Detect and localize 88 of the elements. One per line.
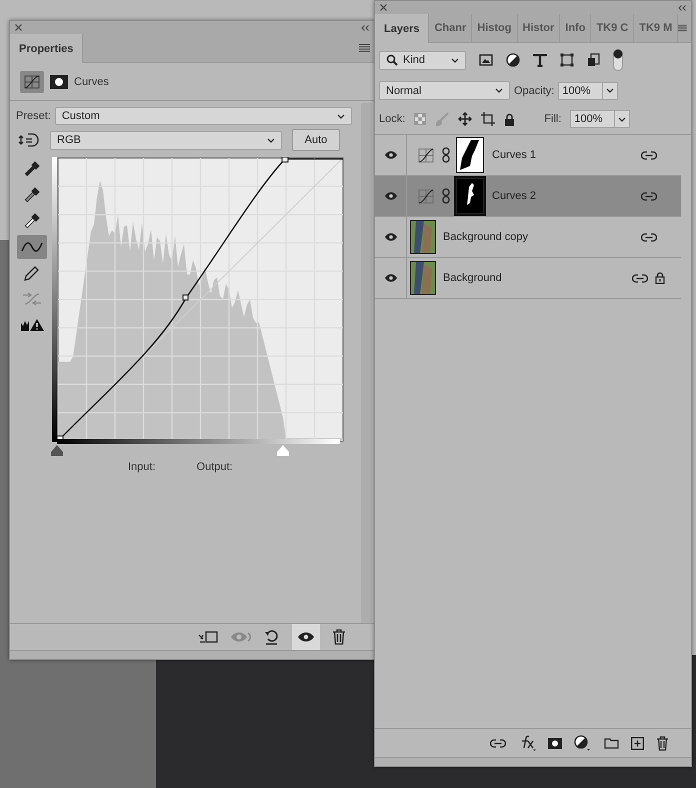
fill-label: Fill: (544, 113, 562, 125)
link-icon[interactable] (641, 150, 657, 160)
folder-icon[interactable] (604, 737, 619, 749)
crop-icon[interactable] (481, 112, 496, 126)
move-icon[interactable] (458, 112, 472, 126)
close-icon[interactable] (380, 4, 387, 11)
mask-thumbnail[interactable] (456, 178, 484, 214)
layer-name[interactable]: Curves 2 (492, 190, 641, 202)
smart-object-filter-icon[interactable] (587, 53, 600, 67)
mask-icon[interactable] (50, 74, 68, 88)
eye-icon[interactable] (384, 150, 398, 160)
hand-adjust-icon[interactable] (18, 131, 40, 149)
link-icon[interactable] (641, 192, 657, 200)
mask-icon[interactable] (548, 738, 562, 748)
half-circle-icon[interactable] (506, 53, 520, 67)
curve-icon[interactable] (21, 240, 43, 254)
panel-tab[interactable]: Layers (375, 14, 430, 43)
photo-placeholder (410, 220, 436, 254)
input-slider-handle[interactable] (51, 445, 63, 456)
chain-icon[interactable] (442, 188, 450, 204)
trash-icon[interactable] (656, 736, 669, 750)
eyedropper-icon[interactable] (23, 160, 41, 178)
panel-tab[interactable]: Properties (10, 34, 84, 63)
clip-to-layer-icon[interactable] (198, 630, 218, 644)
half-circle-icon[interactable] (574, 735, 592, 751)
lock-icon[interactable] (655, 272, 665, 284)
photo-placeholder (410, 261, 436, 295)
resize-grip[interactable] (10, 650, 374, 659)
collapse-icon[interactable] (361, 24, 369, 30)
fill-field[interactable]: 100% (570, 110, 630, 128)
layer-row[interactable]: Curves 2 (375, 176, 681, 217)
resize-grip[interactable] (375, 757, 691, 766)
eye-icon[interactable] (384, 273, 398, 283)
link-icon[interactable] (632, 274, 648, 282)
curves-icon (418, 188, 434, 204)
chevron-icon (451, 58, 459, 62)
opacity-label: Opacity: (514, 84, 554, 96)
preset-label: Preset: (16, 110, 51, 122)
layer-name[interactable]: Background (443, 272, 632, 284)
chevron-icon[interactable] (618, 116, 626, 122)
clipping-warning-icon[interactable] (20, 318, 44, 332)
eye-icon[interactable] (384, 191, 398, 201)
eyedropper-icon[interactable] (23, 212, 41, 230)
link-icon[interactable] (490, 738, 506, 748)
eye-icon[interactable] (384, 232, 398, 242)
chain-icon[interactable] (442, 147, 450, 163)
pencil-icon[interactable] (23, 264, 41, 282)
layer-row[interactable]: Curves 1 (375, 135, 681, 176)
image-filter-icon[interactable] (479, 54, 493, 66)
visibility-toggle[interactable] (292, 624, 320, 650)
layer-name[interactable]: Curves 1 (492, 149, 641, 161)
layer-row[interactable]: Background copy (375, 217, 681, 258)
chevron-icon (495, 88, 503, 93)
shape-filter-icon[interactable] (560, 53, 574, 67)
reset-icon[interactable] (264, 629, 280, 645)
curves-icon (418, 148, 434, 162)
link-icon[interactable] (641, 232, 657, 242)
type-filter-icon[interactable] (533, 54, 547, 66)
curves-graph[interactable] (57, 157, 344, 442)
chevron-icon (267, 138, 275, 142)
chevron-icon[interactable] (606, 88, 614, 93)
filter-dropdown[interactable]: Kind (379, 50, 466, 70)
curves-icon[interactable] (20, 70, 44, 92)
mask-thumbnail[interactable] (456, 137, 484, 173)
search-icon (386, 54, 398, 66)
trash-icon[interactable] (332, 629, 346, 645)
layer-name[interactable]: Background copy (443, 231, 641, 243)
eye-icon[interactable] (297, 631, 315, 643)
blend-mode-dropdown[interactable]: Normal (379, 81, 510, 100)
channel-dropdown[interactable]: RGB (50, 130, 282, 150)
output-label: Output: (196, 461, 233, 473)
collapse-icon[interactable] (678, 4, 686, 10)
close-icon[interactable] (15, 24, 22, 31)
lock-label: Lock: (379, 113, 406, 125)
scrollbar[interactable] (361, 103, 372, 623)
menu-icon[interactable] (359, 44, 370, 52)
layer-row[interactable]: Background (375, 258, 681, 299)
input-label: Input: (128, 461, 156, 473)
new-layer-icon[interactable] (631, 736, 644, 750)
opacity-field[interactable]: 100% (558, 82, 618, 100)
filter-toggle-icon[interactable] (613, 49, 623, 71)
chevron-icon (337, 114, 345, 118)
lock-icon[interactable] (504, 112, 516, 126)
eyedropper-icon[interactable] (23, 186, 41, 204)
auto-button[interactable]: Auto (292, 129, 340, 151)
adjustment-title: Curves (74, 76, 109, 88)
menu-icon[interactable] (678, 24, 687, 32)
preset-dropdown[interactable]: Custom (54, 107, 352, 125)
